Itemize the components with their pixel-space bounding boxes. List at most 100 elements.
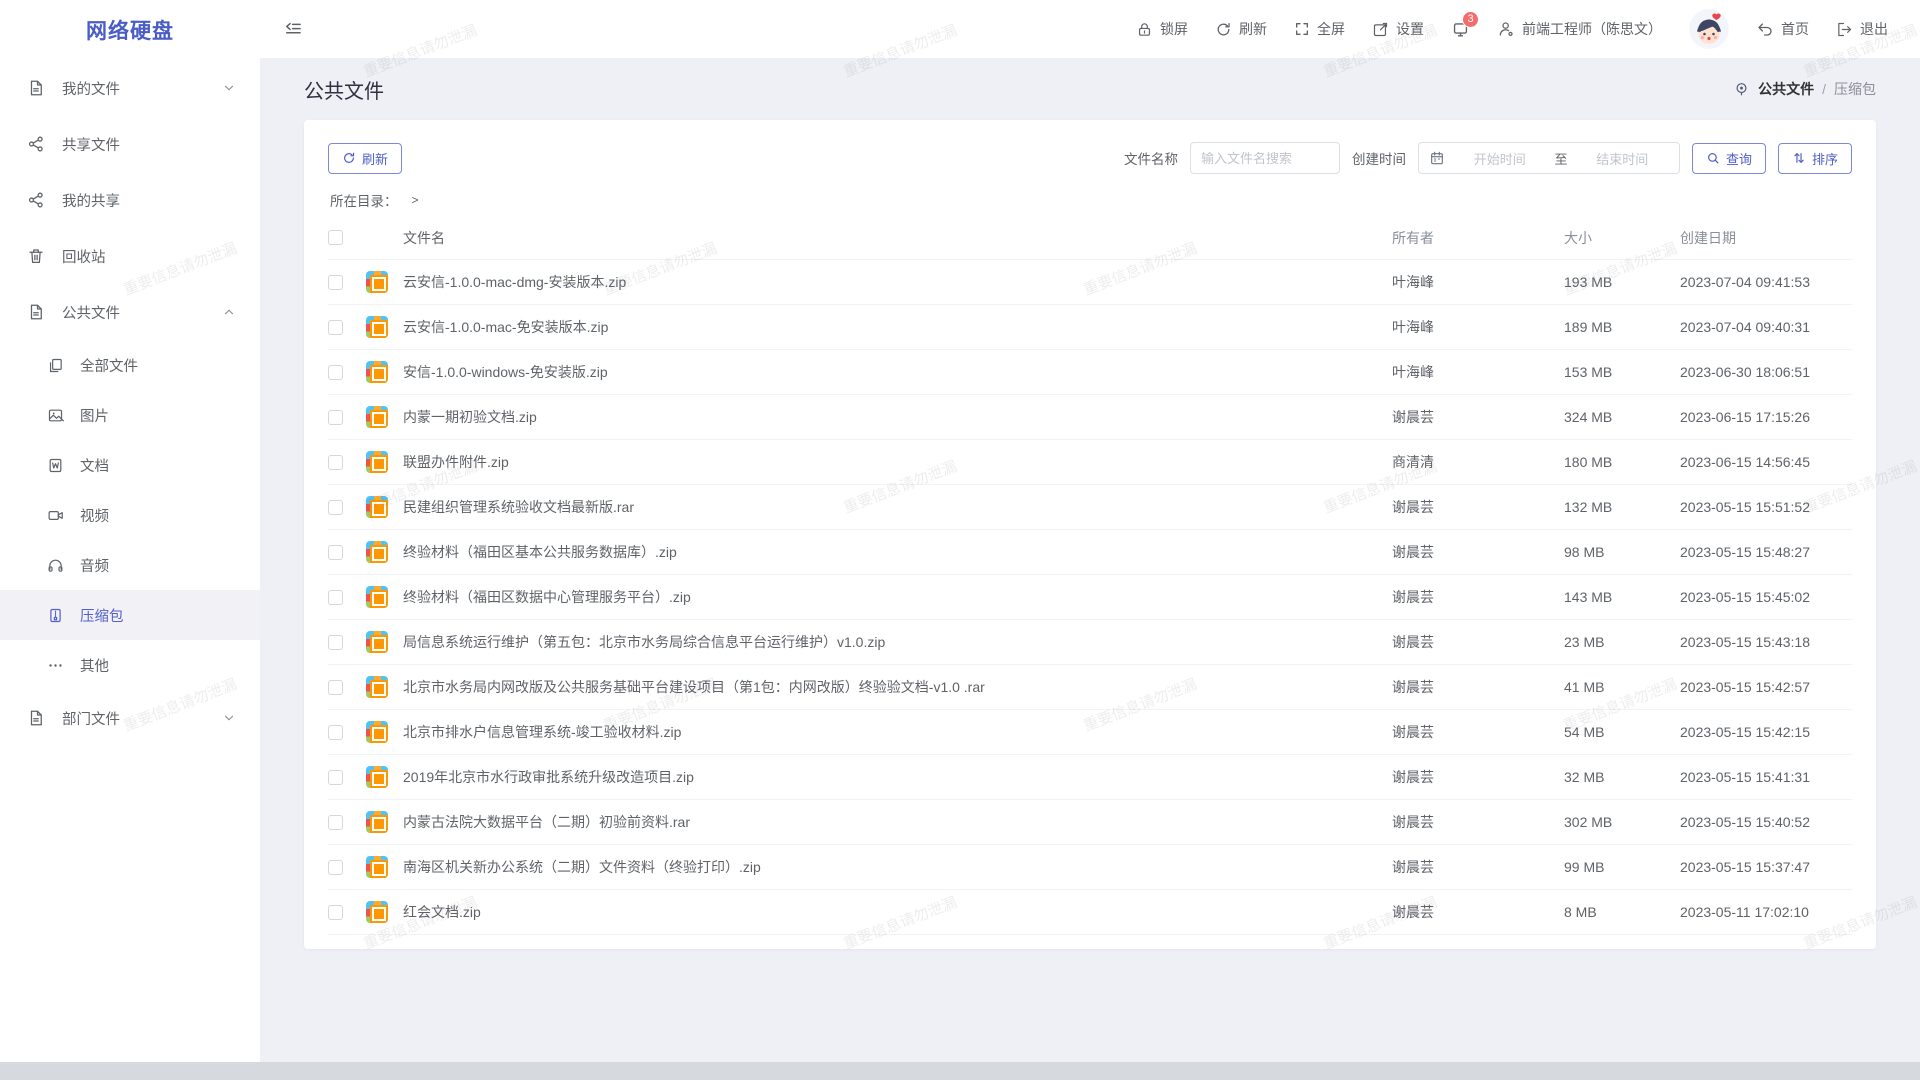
home-button[interactable]: 首页 <box>1756 19 1809 39</box>
avatar[interactable] <box>1689 9 1729 49</box>
directory-chevron[interactable]: > <box>412 193 419 207</box>
table-row[interactable]: 终验材料（福田区数据中心管理服务平台）.zip 谢晨芸 143 MB 2023-… <box>328 575 1852 620</box>
row-checkbox[interactable] <box>328 635 343 650</box>
bottom-scrollbar[interactable] <box>0 1062 1920 1080</box>
row-checkbox[interactable] <box>328 770 343 785</box>
sidebar-item-my-files[interactable]: 我的文件 <box>0 60 260 116</box>
query-label: 查询 <box>1726 149 1752 168</box>
sidebar-item-other[interactable]: 其他 <box>0 640 260 690</box>
file-owner: 谢晨芸 <box>1392 722 1564 742</box>
select-all-checkbox[interactable] <box>328 230 343 245</box>
location-pin-icon <box>1733 81 1750 98</box>
file-table-body: 云安信-1.0.0-mac-dmg-安装版本.zip 叶海峰 193 MB 20… <box>328 260 1852 935</box>
table-row[interactable]: 内蒙古法院大数据平台（二期）初验前资料.rar 谢晨芸 302 MB 2023-… <box>328 800 1852 845</box>
sidebar-item-videos[interactable]: 视频 <box>0 490 260 540</box>
file-name[interactable]: 2019年北京市水行政审批系统升级改造项目.zip <box>403 767 1392 787</box>
refresh-icon <box>1215 21 1232 38</box>
row-checkbox[interactable] <box>328 500 343 515</box>
row-checkbox[interactable] <box>328 365 343 380</box>
user-menu[interactable]: 前端工程师（陈思文） <box>1497 19 1662 39</box>
row-checkbox[interactable] <box>328 275 343 290</box>
refresh-label: 刷新 <box>1239 19 1267 39</box>
breadcrumb-root[interactable]: 公共文件 <box>1758 79 1814 99</box>
logout-button[interactable]: 退出 <box>1836 19 1888 39</box>
sidebar-item-recycle-bin[interactable]: 回收站 <box>0 228 260 284</box>
collapse-sidebar-icon[interactable] <box>283 19 303 39</box>
file-date: 2023-05-11 17:02:10 <box>1680 904 1852 920</box>
edit-settings-icon <box>1372 21 1389 38</box>
row-checkbox[interactable] <box>328 590 343 605</box>
file-name[interactable]: 南海区机关新办公系统（二期）文件资料（终验打印）.zip <box>403 857 1392 877</box>
table-row[interactable]: 红会文档.zip 谢晨芸 8 MB 2023-05-11 17:02:10 <box>328 890 1852 935</box>
file-name[interactable]: 终验材料（福田区基本公共服务数据库）.zip <box>403 542 1392 562</box>
fullscreen-button[interactable]: 全屏 <box>1294 19 1345 39</box>
file-name[interactable]: 内蒙一期初验文档.zip <box>403 407 1392 427</box>
file-date: 2023-05-15 15:41:31 <box>1680 769 1852 785</box>
row-checkbox[interactable] <box>328 455 343 470</box>
table-row[interactable]: 内蒙一期初验文档.zip 谢晨芸 324 MB 2023-06-15 17:15… <box>328 395 1852 440</box>
sidebar-item-documents[interactable]: 文档 <box>0 440 260 490</box>
row-checkbox[interactable] <box>328 725 343 740</box>
sidebar-item-department-files[interactable]: 部门文件 <box>0 690 260 746</box>
sidebar-item-label: 部门文件 <box>62 708 222 729</box>
table-row[interactable]: 南海区机关新办公系统（二期）文件资料（终验打印）.zip 谢晨芸 99 MB 2… <box>328 845 1852 890</box>
row-checkbox[interactable] <box>328 860 343 875</box>
sidebar-item-archives[interactable]: 压缩包 <box>0 590 260 640</box>
sidebar-item-label: 图片 <box>80 405 109 426</box>
query-button[interactable]: 查询 <box>1692 143 1766 174</box>
row-checkbox[interactable] <box>328 545 343 560</box>
row-checkbox[interactable] <box>328 905 343 920</box>
settings-button[interactable]: 设置 <box>1372 19 1424 39</box>
lock-screen-button[interactable]: 锁屏 <box>1136 19 1188 39</box>
table-row[interactable]: 北京市水务局内网改版及公共服务基础平台建设项目（第1包：内网改版）终验验文档-v… <box>328 665 1852 710</box>
sidebar-item-audio[interactable]: 音频 <box>0 540 260 590</box>
column-header-name: 文件名 <box>403 228 1392 248</box>
table-row[interactable]: 安信-1.0.0-windows-免安装版.zip 叶海峰 153 MB 202… <box>328 350 1852 395</box>
breadcrumb: 公共文件 / 压缩包 <box>1733 79 1876 99</box>
table-row[interactable]: 终验材料（福田区基本公共服务数据库）.zip 谢晨芸 98 MB 2023-05… <box>328 530 1852 575</box>
notification-badge: 3 <box>1462 11 1479 28</box>
file-name[interactable]: 内蒙古法院大数据平台（二期）初验前资料.rar <box>403 812 1392 832</box>
file-name[interactable]: 局信息系统运行维护（第五包：北京市水务局综合信息平台运行维护）v1.0.zip <box>403 632 1392 652</box>
sidebar-item-my-shares[interactable]: 我的共享 <box>0 172 260 228</box>
sidebar-item-all-files[interactable]: 全部文件 <box>0 340 260 390</box>
table-row[interactable]: 云安信-1.0.0-mac-dmg-安装版本.zip 叶海峰 193 MB 20… <box>328 260 1852 305</box>
sidebar-item-label: 全部文件 <box>80 355 138 376</box>
date-start-placeholder[interactable]: 开始时间 <box>1453 149 1547 168</box>
file-name[interactable]: 民建组织管理系统验收文档最新版.rar <box>403 497 1392 517</box>
file-name[interactable]: 北京市水务局内网改版及公共服务基础平台建设项目（第1包：内网改版）终验验文档-v… <box>403 677 1392 697</box>
sort-button[interactable]: 排序 <box>1778 143 1852 174</box>
sidebar-item-shared-files[interactable]: 共享文件 <box>0 116 260 172</box>
refresh-list-button[interactable]: 刷新 <box>328 143 402 174</box>
file-name[interactable]: 云安信-1.0.0-mac-dmg-安装版本.zip <box>403 272 1392 292</box>
row-checkbox[interactable] <box>328 680 343 695</box>
notification-button[interactable]: 3 <box>1451 20 1470 39</box>
filename-search-input[interactable] <box>1190 142 1340 174</box>
table-row[interactable]: 局信息系统运行维护（第五包：北京市水务局综合信息平台运行维护）v1.0.zip … <box>328 620 1852 665</box>
date-range-picker[interactable]: 开始时间 至 结束时间 <box>1418 142 1680 174</box>
file-name[interactable]: 联盟办件附件.zip <box>403 452 1392 472</box>
file-size: 143 MB <box>1564 589 1680 605</box>
home-undo-icon <box>1756 20 1774 38</box>
file-name[interactable]: 安信-1.0.0-windows-免安装版.zip <box>403 362 1392 382</box>
row-checkbox[interactable] <box>328 320 343 335</box>
sidebar-item-public-files[interactable]: 公共文件 <box>0 284 260 340</box>
file-name[interactable]: 红会文档.zip <box>403 902 1392 922</box>
refresh-button[interactable]: 刷新 <box>1215 19 1267 39</box>
table-row[interactable]: 北京市排水户信息管理系统-竣工验收材料.zip 谢晨芸 54 MB 2023-0… <box>328 710 1852 755</box>
row-checkbox[interactable] <box>328 815 343 830</box>
lock-icon <box>1136 21 1153 38</box>
file-name[interactable]: 终验材料（福田区数据中心管理服务平台）.zip <box>403 587 1392 607</box>
table-row[interactable]: 云安信-1.0.0-mac-免安装版本.zip 叶海峰 189 MB 2023-… <box>328 305 1852 350</box>
date-end-placeholder[interactable]: 结束时间 <box>1575 149 1669 168</box>
file-name[interactable]: 北京市排水户信息管理系统-竣工验收材料.zip <box>403 722 1392 742</box>
sidebar-item-images[interactable]: 图片 <box>0 390 260 440</box>
row-checkbox[interactable] <box>328 410 343 425</box>
table-row[interactable]: 民建组织管理系统验收文档最新版.rar 谢晨芸 132 MB 2023-05-1… <box>328 485 1852 530</box>
zip-file-icon <box>366 316 388 338</box>
file-name[interactable]: 云安信-1.0.0-mac-免安装版本.zip <box>403 317 1392 337</box>
table-row[interactable]: 2019年北京市水行政审批系统升级改造项目.zip 谢晨芸 32 MB 2023… <box>328 755 1852 800</box>
table-row[interactable]: 联盟办件附件.zip 商清清 180 MB 2023-06-15 14:56:4… <box>328 440 1852 485</box>
file-date: 2023-06-30 18:06:51 <box>1680 364 1852 380</box>
main-area: 锁屏 刷新 全屏 设置 <box>260 0 1920 1080</box>
